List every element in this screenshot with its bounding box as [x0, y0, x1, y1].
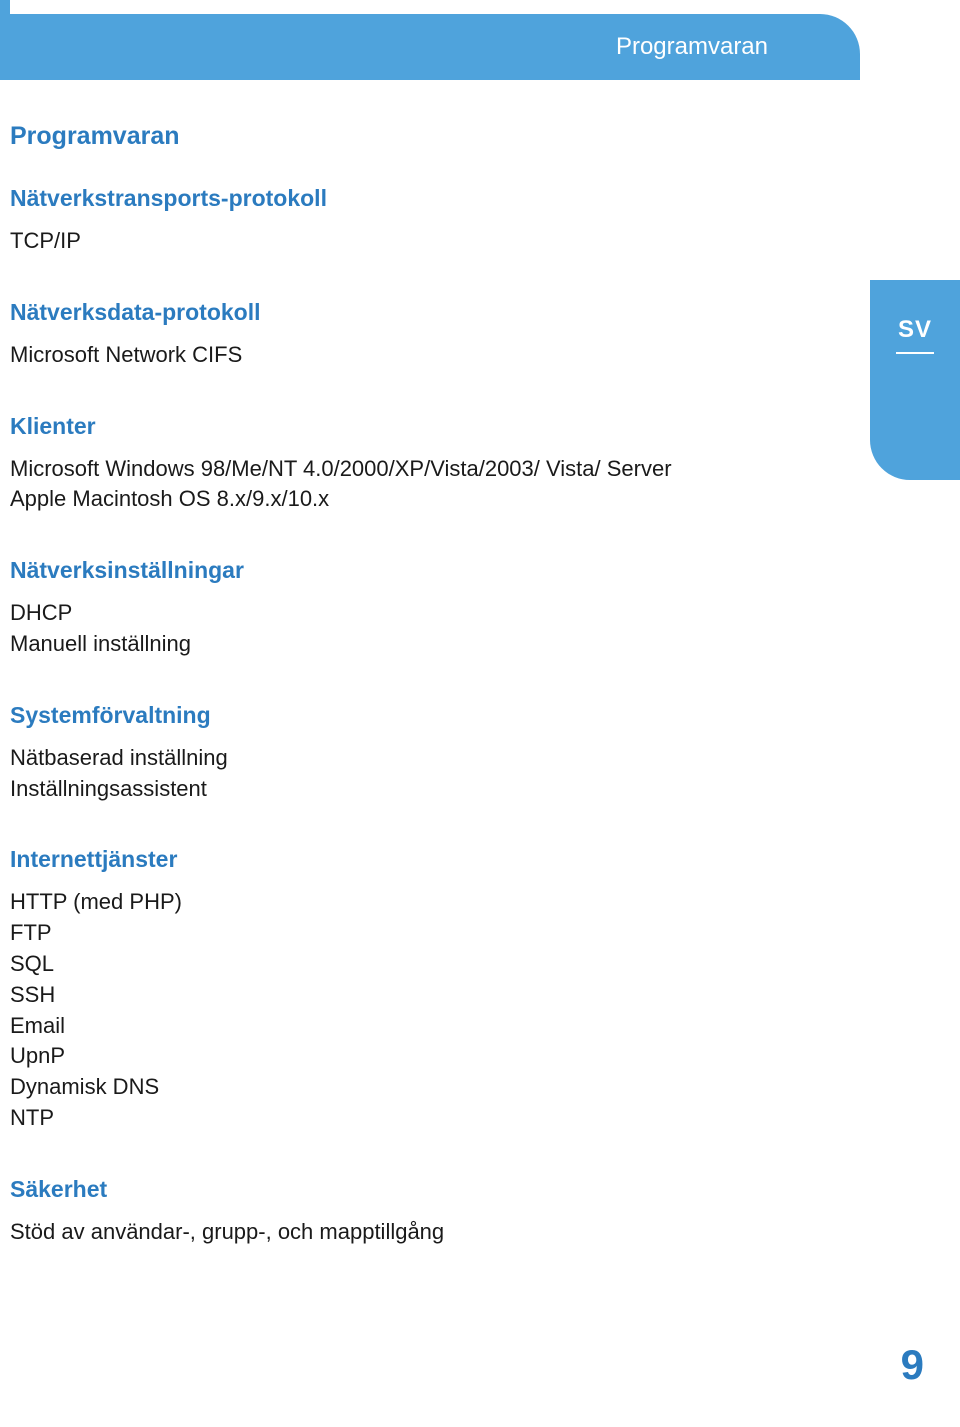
section: Nätverksinställningar DHCP Manuell instä… [10, 557, 770, 660]
section-heading: Systemförvaltning [10, 702, 770, 729]
section-heading: Säkerhet [10, 1176, 770, 1203]
section-line: Microsoft Network CIFS [10, 340, 770, 371]
section-line: Apple Macintosh OS 8.x/9.x/10.x [10, 484, 770, 515]
section-heading: Internettjänster [10, 846, 770, 873]
section-line: Microsoft Windows 98/Me/NT 4.0/2000/XP/V… [10, 454, 770, 485]
language-label: SV [898, 316, 932, 344]
content-area: Programvaran Nätverkstransports-protokol… [10, 122, 770, 1290]
section-line: SSH [10, 980, 770, 1011]
section: Nätverkstransports-protokoll TCP/IP [10, 185, 770, 257]
language-underline [896, 352, 934, 354]
section-line: Manuell inställning [10, 629, 770, 660]
section-line: Inställningsassistent [10, 774, 770, 805]
section: Internettjänster HTTP (med PHP) FTP SQL … [10, 846, 770, 1133]
section-line: Dynamisk DNS [10, 1072, 770, 1103]
language-tab: SV [870, 280, 960, 480]
section-line: NTP [10, 1103, 770, 1134]
section-heading: Nätverksdata-protokoll [10, 299, 770, 326]
section-line: Email [10, 1011, 770, 1042]
section: Systemförvaltning Nätbaserad inställning… [10, 702, 770, 805]
section-line: SQL [10, 949, 770, 980]
section: Nätverksdata-protokoll Microsoft Network… [10, 299, 770, 371]
section: Klienter Microsoft Windows 98/Me/NT 4.0/… [10, 413, 770, 516]
section-line: Nätbaserad inställning [10, 743, 770, 774]
section-line: TCP/IP [10, 226, 770, 257]
section: Säkerhet Stöd av användar-, grupp-, och … [10, 1176, 770, 1248]
section-line: FTP [10, 918, 770, 949]
header-tab: Programvaran [0, 14, 860, 80]
section-heading: Klienter [10, 413, 770, 440]
section-line: Stöd av användar-, grupp-, och mapptillg… [10, 1217, 770, 1248]
header-tab-title: Programvaran [616, 33, 768, 61]
section-heading: Nätverksinställningar [10, 557, 770, 584]
section-line: DHCP [10, 598, 770, 629]
page-number: 9 [901, 1341, 924, 1389]
section-line: HTTP (med PHP) [10, 887, 770, 918]
section-line: UpnP [10, 1041, 770, 1072]
page-title: Programvaran [10, 122, 770, 151]
section-heading: Nätverkstransports-protokoll [10, 185, 770, 212]
